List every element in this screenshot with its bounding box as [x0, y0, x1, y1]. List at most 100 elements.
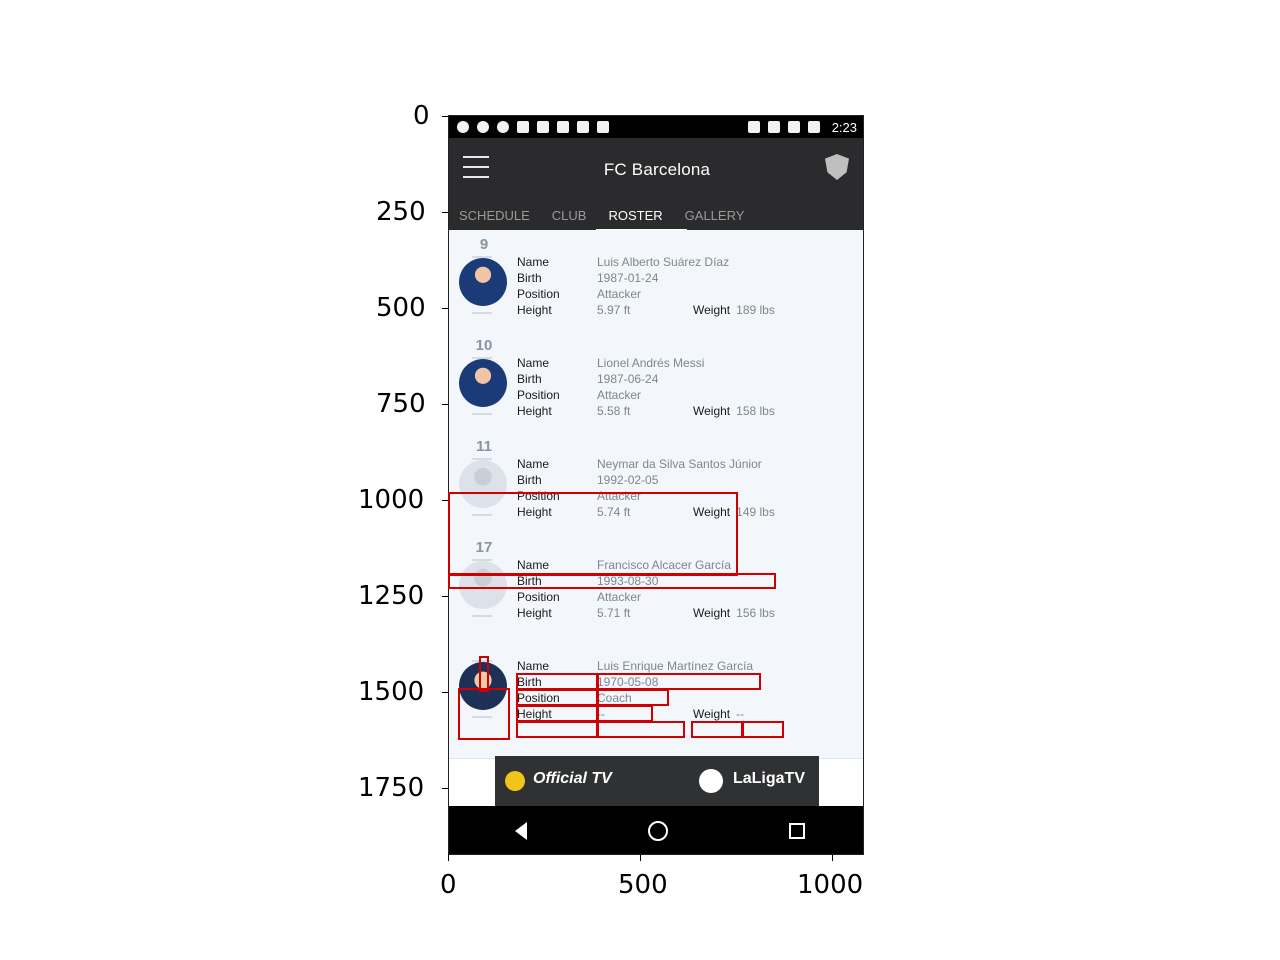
y-tick-label: 0	[413, 101, 430, 131]
sync-icon	[477, 121, 489, 133]
y-tick-label: 750	[376, 389, 426, 419]
birth-value: 1992-02-05	[597, 473, 659, 487]
tab-club[interactable]: CLUB	[552, 198, 599, 230]
roster-card[interactable]: 17 Name Francisco Alcacer García Birth 199…	[449, 533, 863, 635]
x-tick	[448, 855, 449, 861]
position-label: Position	[517, 489, 560, 503]
name-value: Luis Enrique Martínez García	[597, 659, 754, 673]
divider	[472, 615, 492, 617]
name-label: Name	[517, 558, 550, 572]
y-tick-label: 1250	[358, 581, 425, 611]
roster-card[interactable]: 10 Name Lionel Andrés Messi Birth 1987-06-…	[449, 331, 863, 433]
status-icons-right: 2:23	[747, 120, 857, 135]
weight: Weight 149 lbs	[693, 504, 775, 520]
weight: Weight --	[693, 706, 744, 722]
birth-value: 1987-01-24	[597, 271, 659, 285]
signal-icon	[787, 121, 800, 133]
position-value: Attacker	[597, 489, 642, 503]
height-value: 5.74 ft	[597, 505, 631, 519]
tab-roster[interactable]: ROSTER	[596, 198, 687, 232]
weight: Weight 158 lbs	[693, 403, 775, 419]
roster-card[interactable]: Name Luis Enrique Martínez García Birth 19…	[449, 634, 863, 759]
player-details: Name Francisco Alcacer García Birth 1993-0…	[517, 557, 857, 621]
avatar	[459, 662, 507, 710]
weight-label: Weight	[693, 606, 731, 620]
promo-banner[interactable]: Official TV LaLigaTV	[495, 756, 819, 806]
y-tick-label: 1750	[358, 773, 425, 803]
y-tick-label: 1000	[358, 485, 425, 515]
tab-gallery[interactable]: GALLERY	[685, 198, 757, 230]
weight: Weight 156 lbs	[693, 605, 775, 621]
weight-label: Weight	[693, 505, 731, 519]
player-number: 10	[475, 337, 493, 354]
height-value: 5.97 ft	[597, 303, 631, 317]
avatar	[459, 460, 507, 508]
back-icon[interactable]	[515, 822, 528, 840]
x-tick-label: 0	[440, 870, 457, 900]
banner-left-text: Official TV	[533, 770, 612, 787]
avatar	[459, 359, 507, 407]
height-label: Height	[517, 505, 552, 519]
weight-label: Weight	[693, 303, 731, 317]
battery-icon	[807, 121, 820, 133]
position-label: Position	[517, 590, 560, 604]
roster-list: 9 Name Luis Alberto Suárez Díaz Birth 1987…	[449, 230, 863, 759]
status-icons-left	[457, 121, 609, 133]
android-icon	[557, 121, 569, 133]
y-tick-label: 1500	[358, 677, 425, 707]
tools-icon	[537, 121, 549, 133]
wifi-icon	[767, 121, 780, 133]
bag-icon	[597, 121, 609, 133]
weight-value: 189 lbs	[736, 303, 775, 317]
divider	[472, 716, 492, 718]
player-details: Name Neymar da Silva Santos Júnior Birth 1…	[517, 456, 857, 520]
home-icon[interactable]	[647, 821, 668, 841]
name-value: Lionel Andrés Messi	[597, 356, 705, 370]
navigation-bar	[449, 806, 863, 854]
weight-label: Weight	[693, 404, 731, 418]
x-tick	[640, 855, 641, 861]
info-icon	[497, 121, 509, 133]
name-label: Name	[517, 659, 550, 673]
x-tick-label: 500	[618, 870, 668, 900]
player-details: Name Lionel Andrés Messi Birth 1987-06-24 …	[517, 355, 857, 419]
status-bar: 2:23	[449, 116, 863, 138]
height-label: Height	[517, 606, 552, 620]
roster-card[interactable]: 9 Name Luis Alberto Suárez Díaz Birth 1987…	[449, 230, 863, 332]
position-value: Attacker	[597, 590, 642, 604]
birth-value: 1987-06-24	[597, 372, 659, 386]
check-icon	[577, 121, 589, 133]
weight-value: 158 lbs	[736, 404, 775, 418]
avatar	[459, 258, 507, 306]
shield-icon	[457, 121, 469, 133]
divider	[472, 413, 492, 415]
height-label: Height	[517, 303, 552, 317]
lock-icon	[517, 121, 529, 133]
avatar	[459, 561, 507, 609]
y-tick-label: 500	[376, 293, 426, 323]
player-number: 9	[479, 236, 489, 253]
app-title: FC Barcelona	[603, 160, 711, 179]
height-label: Height	[517, 707, 552, 721]
name-value: Neymar da Silva Santos Júnior	[597, 457, 762, 471]
birth-label: Birth	[517, 271, 542, 285]
player-number: 17	[475, 539, 493, 556]
position-label: Position	[517, 388, 560, 402]
recent-apps-icon[interactable]	[788, 823, 805, 839]
position-value: Coach	[597, 691, 632, 705]
player-details: Name Luis Enrique Martínez García Birth 19…	[517, 658, 857, 722]
position-label: Position	[517, 287, 560, 301]
birth-label: Birth	[517, 473, 542, 487]
birth-value: 1970-05-08	[597, 675, 659, 689]
position-value: Attacker	[597, 287, 642, 301]
roster-card[interactable]: 11 Name Neymar da Silva Santos Júnior Bir…	[449, 432, 863, 534]
tab-schedule[interactable]: SCHEDULE	[459, 198, 542, 230]
laliga-logo	[699, 769, 723, 793]
player-number: 11	[476, 438, 492, 455]
bluetooth-icon	[747, 121, 760, 133]
position-label: Position	[517, 691, 560, 705]
position-value: Attacker	[597, 388, 642, 402]
weight-label: Weight	[693, 707, 731, 721]
birth-label: Birth	[517, 675, 542, 689]
name-label: Name	[517, 457, 550, 471]
